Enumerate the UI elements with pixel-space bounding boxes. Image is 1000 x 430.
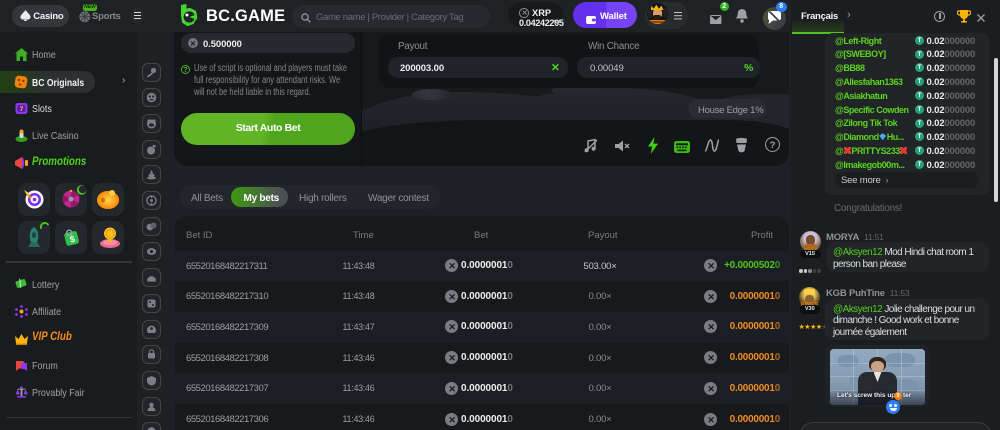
svg-text:7: 7 [20, 106, 24, 113]
